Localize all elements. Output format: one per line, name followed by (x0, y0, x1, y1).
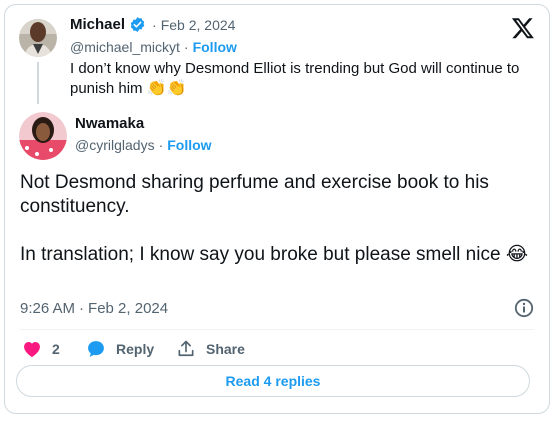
read-replies-button[interactable]: Read 4 replies (16, 365, 530, 397)
quoted-date[interactable]: Feb 2, 2024 (161, 17, 236, 33)
speech-bubble-icon (86, 339, 106, 359)
laughing-emoji: 😂 (505, 244, 529, 265)
verified-badge-icon (129, 16, 146, 33)
quoted-separator: · (152, 16, 157, 33)
reply-button[interactable]: Reply (86, 339, 154, 359)
share-icon (176, 339, 196, 359)
quoted-author-name[interactable]: Michael (70, 16, 125, 33)
like-count: 2 (52, 341, 60, 357)
tweet-line-1: Not Desmond sharing perfume and exercise… (20, 172, 489, 217)
main-handle[interactable]: @cyrilgladys (75, 137, 155, 153)
tweet-time[interactable]: 9:26 AM (20, 300, 75, 317)
like-button[interactable]: 2 (22, 339, 60, 359)
thread-connector (37, 62, 39, 104)
main-tweet-text: Not Desmond sharing perfume and exercise… (20, 171, 530, 267)
main-follow-button[interactable]: Follow (167, 137, 211, 153)
michael-avatar[interactable] (19, 14, 57, 62)
share-label: Share (206, 341, 245, 357)
x-logo-icon[interactable] (511, 16, 535, 40)
share-button[interactable]: Share (176, 339, 245, 359)
nwamaka-avatar[interactable] (19, 112, 67, 160)
reply-label: Reply (116, 341, 155, 357)
quoted-tweet-text: I don’t know why Desmond Elliot is trend… (70, 60, 520, 97)
info-icon[interactable] (514, 298, 534, 318)
divider (20, 329, 534, 330)
quoted-handle[interactable]: @michael_mickyt (70, 39, 180, 55)
main-author-name[interactable]: Nwamaka (75, 115, 144, 132)
time-separator: · (79, 300, 85, 317)
heart-icon (22, 339, 42, 359)
tweet-line-2: In translation; I know say you broke but… (20, 244, 529, 265)
clapping-emoji: 👏👏 (146, 80, 187, 97)
read-replies-label: Read 4 replies (225, 373, 321, 389)
tweet-date[interactable]: Feb 2, 2024 (88, 300, 168, 317)
quoted-follow-button[interactable]: Follow (193, 39, 237, 55)
